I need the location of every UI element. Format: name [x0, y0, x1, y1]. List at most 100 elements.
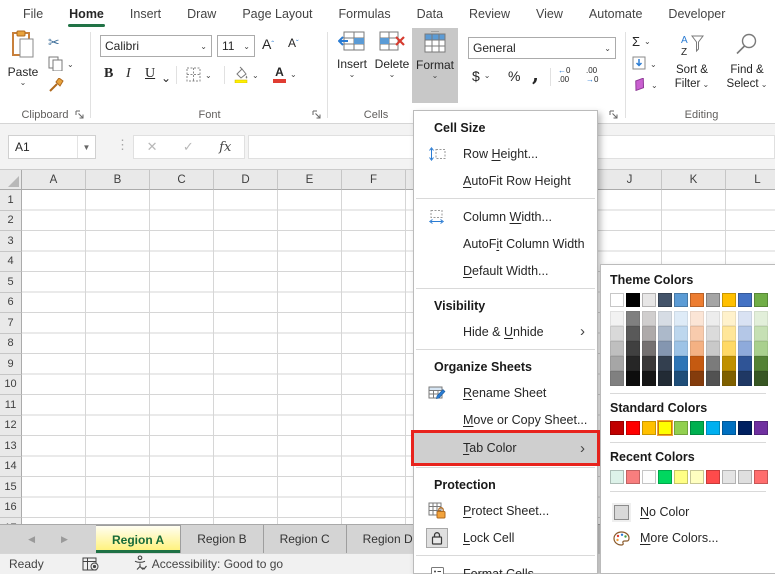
cut-button[interactable]: ✂ — [48, 34, 60, 51]
column-header-D[interactable]: D — [214, 170, 278, 190]
column-header-K[interactable]: K — [662, 170, 726, 190]
theme-variant-swatch-3-4[interactable] — [658, 371, 672, 386]
sort-filter-button[interactable]: AZ Sort & Filter ⌄ — [666, 32, 718, 92]
standard-color-swatch-7[interactable] — [722, 421, 736, 435]
theme-variant-swatch-9-3[interactable] — [754, 356, 768, 371]
ribbon-tab-insert[interactable]: Insert — [117, 0, 174, 28]
ribbon-tab-file[interactable]: File — [10, 0, 56, 28]
percent-style-button[interactable]: % — [508, 68, 520, 84]
theme-variant-swatch-4-2[interactable] — [674, 341, 688, 356]
menu-item-tab-color[interactable]: Tab Color › — [411, 430, 600, 466]
standard-color-swatch-3[interactable] — [658, 421, 672, 435]
name-box-caret-icon[interactable]: ▼ — [77, 136, 95, 158]
column-header-C[interactable]: C — [150, 170, 214, 190]
theme-variant-swatch-5-3[interactable] — [690, 356, 704, 371]
font-color-caret-icon[interactable]: ⌄ — [290, 70, 297, 79]
theme-variant-swatch-5-2[interactable] — [690, 341, 704, 356]
theme-variant-swatch-1-3[interactable] — [626, 356, 640, 371]
paste-caret-icon[interactable]: ⌄ — [20, 79, 27, 87]
theme-variant-swatch-5-4[interactable] — [690, 371, 704, 386]
ribbon-tab-view[interactable]: View — [523, 0, 576, 28]
enter-icon[interactable]: ✓ — [183, 139, 194, 155]
recent-color-swatch-5[interactable] — [690, 470, 704, 484]
theme-variant-swatch-7-3[interactable] — [722, 356, 736, 371]
theme-variant-swatch-4-1[interactable] — [674, 326, 688, 341]
name-box[interactable]: A1 ▼ — [8, 135, 96, 159]
insert-caret-icon[interactable]: ⌄ — [349, 71, 356, 79]
theme-variant-swatch-0-2[interactable] — [610, 341, 624, 356]
grow-font-button[interactable]: Aˆ — [262, 36, 274, 52]
row-header-11[interactable]: 11 — [0, 395, 22, 416]
theme-color-swatch-7[interactable] — [722, 293, 736, 307]
menu-item-move-or-copy-sheet[interactable]: Move or Copy Sheet... — [414, 406, 597, 433]
fill-caret-icon[interactable]: ⌄ — [650, 60, 657, 69]
standard-color-swatch-4[interactable] — [674, 421, 688, 435]
sheet-nav-left-icon[interactable]: ◀ — [28, 534, 35, 545]
ribbon-tab-developer[interactable]: Developer — [655, 0, 738, 28]
theme-variant-swatch-1-1[interactable] — [626, 326, 640, 341]
theme-variant-swatch-7-0[interactable] — [722, 311, 736, 326]
recent-color-swatch-3[interactable] — [658, 470, 672, 484]
more-colors-item[interactable]: More Colors... — [610, 525, 775, 551]
format-caret-icon[interactable]: ⌄ — [432, 72, 439, 80]
column-header-L[interactable]: L — [726, 170, 775, 190]
ribbon-tab-automate[interactable]: Automate — [576, 0, 656, 28]
autosum-caret-icon[interactable]: ⌄ — [644, 37, 651, 46]
menu-item-row-height[interactable]: Row Height... — [414, 140, 597, 167]
ribbon-tab-home[interactable]: Home — [56, 0, 117, 28]
column-header-B[interactable]: B — [86, 170, 150, 190]
insert-cells-button[interactable]: Insert ⌄ — [332, 30, 372, 102]
ribbon-tab-page-layout[interactable]: Page Layout — [229, 0, 325, 28]
clear-button[interactable]: ⌄ — [632, 77, 658, 94]
row-header-2[interactable]: 2 — [0, 210, 22, 231]
font-size-combo[interactable]: 11 ⌄ — [217, 35, 255, 57]
menu-item-rename-sheet[interactable]: Rename Sheet — [414, 379, 597, 406]
theme-variant-swatch-8-0[interactable] — [738, 311, 752, 326]
standard-color-swatch-9[interactable] — [754, 421, 768, 435]
theme-variant-swatch-0-4[interactable] — [610, 371, 624, 386]
theme-variant-swatch-9-2[interactable] — [754, 341, 768, 356]
theme-variant-swatch-2-1[interactable] — [642, 326, 656, 341]
theme-color-swatch-0[interactable] — [610, 293, 624, 307]
cancel-icon[interactable]: ✕ — [147, 139, 158, 155]
underline-caret-icon[interactable]: ⌄ — [161, 72, 171, 84]
standard-color-swatch-5[interactable] — [690, 421, 704, 435]
menu-item-column-width[interactable]: Column Width... — [414, 203, 597, 230]
standard-color-swatch-6[interactable] — [706, 421, 720, 435]
font-color-button[interactable]: A ⌄ — [273, 66, 297, 83]
row-header-9[interactable]: 9 — [0, 354, 22, 375]
increase-decimal-button[interactable]: ←0.00 — [558, 66, 570, 84]
theme-variant-swatch-6-2[interactable] — [706, 341, 720, 356]
theme-color-swatch-4[interactable] — [674, 293, 688, 307]
menu-item-lock-cell[interactable]: Lock Cell — [414, 524, 597, 551]
theme-variant-swatch-4-3[interactable] — [674, 356, 688, 371]
menu-item-default-width[interactable]: Default Width... — [414, 257, 597, 284]
menu-item-hide-unhide[interactable]: Hide & Unhide › — [414, 318, 597, 345]
row-header-14[interactable]: 14 — [0, 456, 22, 477]
shrink-font-button[interactable]: Aˇ — [288, 36, 299, 50]
menu-item-format-cells[interactable]: Format Cells... — [414, 560, 597, 574]
select-all-corner[interactable] — [0, 170, 22, 190]
row-header-13[interactable]: 13 — [0, 436, 22, 457]
standard-color-swatch-8[interactable] — [738, 421, 752, 435]
recent-color-swatch-9[interactable] — [754, 470, 768, 484]
theme-variant-swatch-3-0[interactable] — [658, 311, 672, 326]
copy-caret-icon[interactable]: ⌄ — [67, 61, 74, 69]
decrease-decimal-button[interactable]: .00 →0 — [586, 66, 598, 84]
row-header-15[interactable]: 15 — [0, 477, 22, 498]
menu-item-autofit-row-height[interactable]: AutoFit Row Height — [414, 167, 597, 194]
column-header-J[interactable]: J — [598, 170, 662, 190]
fill-color-button[interactable]: ⌄ — [233, 66, 259, 86]
theme-variant-swatch-9-1[interactable] — [754, 326, 768, 341]
sheet-nav-right-icon[interactable]: ▶ — [61, 534, 68, 545]
menu-item-autofit-column-width[interactable]: AutoFit Column Width — [414, 230, 597, 257]
ribbon-tab-data[interactable]: Data — [404, 0, 456, 28]
theme-variant-swatch-4-4[interactable] — [674, 371, 688, 386]
no-color-item[interactable]: No Color — [610, 499, 775, 525]
row-header-7[interactable]: 7 — [0, 313, 22, 334]
theme-variant-swatch-0-3[interactable] — [610, 356, 624, 371]
theme-variant-swatch-6-4[interactable] — [706, 371, 720, 386]
recent-color-swatch-2[interactable] — [642, 470, 656, 484]
theme-color-swatch-6[interactable] — [706, 293, 720, 307]
theme-variant-swatch-7-4[interactable] — [722, 371, 736, 386]
